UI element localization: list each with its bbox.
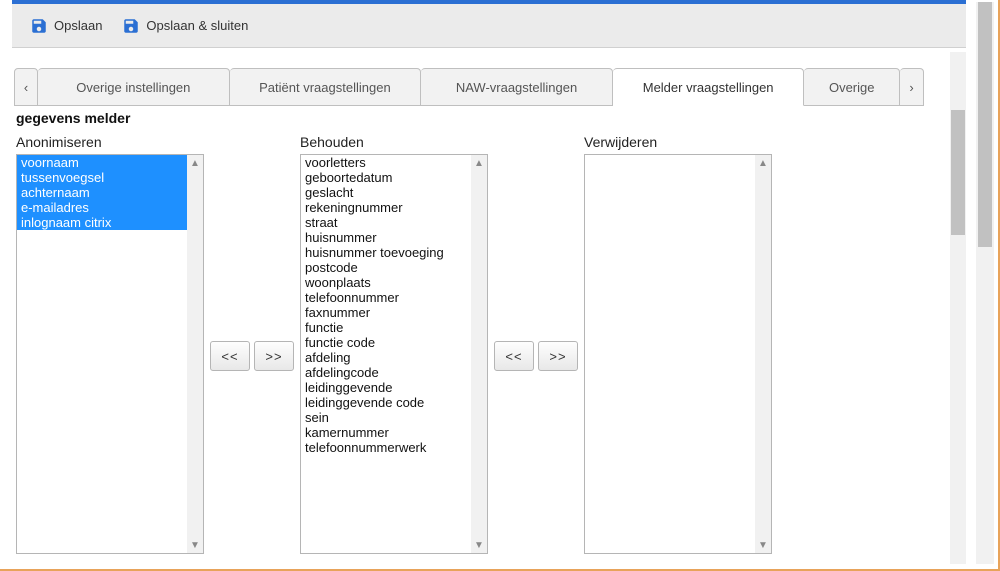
content-area: ‹ Overige instellingen Patiënt vraagstel… — [12, 52, 946, 564]
tab-naw-vraagstellingen[interactable]: NAW-vraagstellingen — [421, 68, 613, 106]
list-item[interactable]: woonplaats — [301, 275, 471, 290]
scroll-down-icon[interactable]: ▼ — [187, 537, 203, 553]
main-panel: Opslaan Opslaan & sluiten ‹ — [12, 0, 966, 564]
listbox-scrollbar[interactable]: ▲ ▼ — [187, 155, 203, 553]
listbox-scrollbar[interactable]: ▲ ▼ — [471, 155, 487, 553]
list-item[interactable]: sein — [301, 410, 471, 425]
list-item[interactable]: telefoonnummer — [301, 290, 471, 305]
save-button-label: Opslaan — [54, 18, 102, 33]
scroll-up-icon[interactable]: ▲ — [755, 155, 771, 171]
tabs-row: ‹ Overige instellingen Patiënt vraagstel… — [14, 68, 944, 106]
listbox-verwijderen[interactable]: ▲ ▼ — [584, 154, 772, 554]
save-icon — [30, 17, 48, 35]
column-behouden: Behouden voorlettersgeboortedatumgeslach… — [300, 134, 488, 554]
column-verwijderen: Verwijderen ▲ ▼ — [584, 134, 772, 554]
columns: Anonimiseren voornaamtussenvoegselachter… — [14, 130, 944, 560]
toolbar: Opslaan Opslaan & sluiten — [12, 4, 966, 48]
list-item[interactable]: voorletters — [301, 155, 471, 170]
list-item[interactable]: straat — [301, 215, 471, 230]
outer-scrollbar-thumb[interactable] — [978, 2, 992, 247]
tab-scroll-left[interactable]: ‹ — [14, 68, 38, 106]
column-label-behouden: Behouden — [300, 134, 488, 150]
save-button[interactable]: Opslaan — [20, 11, 112, 41]
list-item[interactable]: voornaam — [17, 155, 187, 170]
column-label-anonimiseren: Anonimiseren — [16, 134, 204, 150]
list-item[interactable]: tussenvoegsel — [17, 170, 187, 185]
list-item[interactable]: faxnummer — [301, 305, 471, 320]
move-right-button-1[interactable]: >> — [254, 341, 294, 371]
list-item[interactable]: huisnummer toevoeging — [301, 245, 471, 260]
tab-label: Melder vraagstellingen — [643, 80, 774, 95]
list-item[interactable]: achternaam — [17, 185, 187, 200]
scroll-down-icon[interactable]: ▼ — [755, 537, 771, 553]
tab-overige[interactable]: Overige — [804, 68, 900, 106]
tab-scroll-right[interactable]: › — [900, 68, 924, 106]
list-item[interactable]: functie code — [301, 335, 471, 350]
chevron-left-icon: ‹ — [24, 80, 28, 95]
scroll-down-icon[interactable]: ▼ — [471, 537, 487, 553]
list-item[interactable]: afdelingcode — [301, 365, 471, 380]
tab-melder-vraagstellingen[interactable]: Melder vraagstellingen — [613, 68, 805, 106]
list-item[interactable]: kamernummer — [301, 425, 471, 440]
column-label-verwijderen: Verwijderen — [584, 134, 772, 150]
outer-scrollbar[interactable] — [976, 2, 994, 564]
list-item[interactable]: leidinggevende code — [301, 395, 471, 410]
move-buttons-1: << >> — [204, 156, 300, 556]
content-scrollbar[interactable] — [950, 52, 966, 564]
list-item[interactable]: geboortedatum — [301, 170, 471, 185]
app-frame: Opslaan Opslaan & sluiten ‹ — [0, 0, 1000, 571]
list-item[interactable]: huisnummer — [301, 230, 471, 245]
list-item[interactable]: postcode — [301, 260, 471, 275]
chevron-right-icon: › — [909, 80, 913, 95]
listbox-behouden[interactable]: voorlettersgeboortedatumgeslachtrekening… — [300, 154, 488, 554]
tab-label: NAW-vraagstellingen — [456, 80, 577, 95]
scroll-up-icon[interactable]: ▲ — [187, 155, 203, 171]
move-right-button-2[interactable]: >> — [538, 341, 578, 371]
list-item[interactable]: inlognaam citrix — [17, 215, 187, 230]
listbox-anonimiseren[interactable]: voornaamtussenvoegselachternaame-mailadr… — [16, 154, 204, 554]
move-buttons-2: << >> — [488, 156, 584, 556]
list-item[interactable]: afdeling — [301, 350, 471, 365]
column-anonimiseren: Anonimiseren voornaamtussenvoegselachter… — [16, 134, 204, 554]
tab-label: Patiënt vraagstellingen — [259, 80, 391, 95]
tab-overige-instellingen[interactable]: Overige instellingen — [38, 68, 230, 106]
content-scrollbar-thumb[interactable] — [951, 110, 965, 235]
save-close-icon — [122, 17, 140, 35]
list-item[interactable]: leidinggevende — [301, 380, 471, 395]
move-left-button-1[interactable]: << — [210, 341, 250, 371]
tab-patient-vraagstellingen[interactable]: Patiënt vraagstellingen — [230, 68, 422, 106]
list-item[interactable]: e-mailadres — [17, 200, 187, 215]
listbox-scrollbar[interactable]: ▲ ▼ — [755, 155, 771, 553]
list-item[interactable]: telefoonnummerwerk — [301, 440, 471, 455]
section-title: gegevens melder — [14, 106, 944, 130]
save-close-button[interactable]: Opslaan & sluiten — [112, 11, 258, 41]
tab-label: Overige — [829, 80, 875, 95]
list-item[interactable]: rekeningnummer — [301, 200, 471, 215]
list-item[interactable]: geslacht — [301, 185, 471, 200]
tab-label: Overige instellingen — [76, 80, 190, 95]
list-item[interactable]: functie — [301, 320, 471, 335]
save-close-button-label: Opslaan & sluiten — [146, 18, 248, 33]
move-left-button-2[interactable]: << — [494, 341, 534, 371]
scroll-up-icon[interactable]: ▲ — [471, 155, 487, 171]
